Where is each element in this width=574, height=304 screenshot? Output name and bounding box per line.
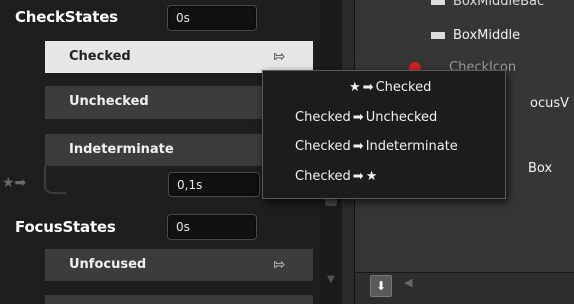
tree-item-boxmiddle[interactable]: BoxMiddle [431,27,520,45]
menu-item-checked-to-unchecked[interactable]: Checked ➡ Unchecked [295,108,437,128]
scroll-down-icon[interactable]: ▼ [321,270,341,290]
state-label: Unchecked [69,94,149,109]
transition-star-arrow-icon[interactable]: ★➡ [2,175,26,191]
element-icon [431,32,445,39]
state-unfocused[interactable]: Unfocused ⇰ [45,249,313,281]
move-down-button[interactable]: ⬇ [370,275,392,297]
tree-item-partial-box[interactable]: Box [528,160,552,178]
state-label: Checked [69,49,131,64]
transition-time-field[interactable]: 0,1s [168,172,260,197]
menu-item-checked-to-any[interactable]: Checked ➡ ★ [295,167,377,187]
state-item-partial [45,295,313,304]
focusstates-time-field[interactable]: 0s [167,214,257,240]
state-checked[interactable]: Checked ⇰ [45,41,313,73]
arrow-right-icon: ➡ [362,80,374,95]
add-transition-icon[interactable]: ⇰ [273,41,285,73]
state-label: Indeterminate [69,142,174,157]
add-transition-icon[interactable]: ⇰ [273,249,285,281]
arrow-right-icon: ➡ [352,110,364,125]
menu-item-checked-to-indeterminate[interactable]: Checked ➡ Indeterminate [295,137,458,157]
scroll-left-icon[interactable]: ◀ [404,276,412,289]
arrow-right-icon: ➡ [352,139,364,154]
tree-item-partial-focus[interactable]: ocusV [530,95,569,113]
arrow-right-icon: ➡ [352,169,364,184]
state-label: Unfocused [69,257,147,272]
tree-item-partial[interactable]: BoxMiddleBac [431,0,544,11]
element-icon [431,0,445,5]
focusstates-group-label: FocusStates [15,218,116,236]
transition-connector [44,166,66,194]
menu-item-any-to-checked[interactable]: ★ ➡ Checked [349,78,431,98]
checkstates-time-field[interactable]: 0s [167,5,257,31]
checkstates-group-label: CheckStates [15,8,118,26]
